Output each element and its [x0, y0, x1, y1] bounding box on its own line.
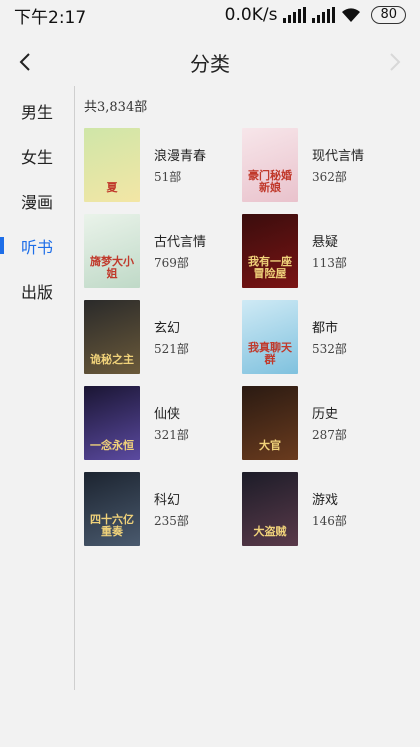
sidebar-item-label: 听书	[20, 237, 53, 257]
book-cover-title: 夏	[106, 181, 118, 194]
category-count: 521部	[154, 342, 189, 356]
chevron-left-icon[interactable]	[14, 50, 38, 74]
category-meta: 游戏 146部	[312, 472, 347, 529]
category-name: 历史	[312, 407, 339, 422]
book-cover[interactable]: 一念永恒	[84, 386, 140, 460]
book-cover-title: 诡秘之主	[90, 353, 134, 366]
page-title: 分类	[190, 51, 230, 76]
book-cover[interactable]: 大盗贼	[242, 472, 298, 546]
book-cover-title: 我真聊天群	[248, 341, 292, 366]
category-item[interactable]: 四十六亿重奏 科幻 235部	[84, 472, 242, 546]
signal-icon-2	[312, 7, 336, 23]
book-cover[interactable]: 四十六亿重奏	[84, 472, 140, 546]
category-meta: 都市 532部	[312, 300, 347, 357]
sidebar-item-2[interactable]: 漫画	[0, 178, 74, 223]
sidebar-divider	[74, 86, 75, 690]
book-cover[interactable]: 豪门秘婚新娘	[242, 128, 298, 202]
sidebar-item-1[interactable]: 女生	[0, 133, 74, 178]
category-item[interactable]: 我有一座冒险屋 悬疑 113部	[242, 214, 400, 288]
category-count: 51部	[154, 170, 182, 184]
category-meta: 玄幻 521部	[154, 300, 189, 357]
sidebar-item-label: 男生	[20, 102, 53, 122]
status-bar: 下午2:17 0.0K/s 80	[0, 0, 420, 30]
category-item[interactable]: 大盗贼 游戏 146部	[242, 472, 400, 546]
book-cover-title: 豪门秘婚新娘	[248, 169, 292, 194]
sidebar-item-label: 出版	[20, 282, 53, 302]
category-count: 321部	[154, 428, 189, 442]
category-grid: 夏 浪漫青春 51部 豪门秘婚新娘 现代言情 362部旖梦大小姐 古代言情 769部 我有一座冒…	[84, 128, 414, 546]
book-cover[interactable]: 我真聊天群	[242, 300, 298, 374]
chevron-right-icon	[390, 53, 401, 71]
category-name: 玄幻	[154, 321, 181, 336]
category-count: 146部	[312, 514, 347, 528]
status-indicators: 0.0K/s 80	[225, 5, 406, 25]
category-count: 532部	[312, 342, 347, 356]
category-item[interactable]: 诡秘之主 玄幻 521部	[84, 300, 242, 374]
category-meta: 科幻 235部	[154, 472, 189, 529]
navigation-header: 分类	[0, 40, 420, 84]
sidebar-item-label: 女生	[20, 147, 53, 167]
category-count: 235部	[154, 514, 189, 528]
category-content: 共3,834部 夏 浪漫青春 51部 豪门秘婚新娘 现代言情 362部旖梦大小姐 古代言情 7…	[84, 96, 414, 546]
category-meta: 现代言情 362部	[312, 128, 364, 185]
category-count: 113部	[312, 256, 347, 270]
category-name: 悬疑	[312, 235, 339, 250]
signal-icon	[283, 7, 307, 23]
sidebar-item-label: 漫画	[20, 192, 53, 212]
category-meta: 浪漫青春 51部	[154, 128, 206, 185]
book-cover[interactable]: 旖梦大小姐	[84, 214, 140, 288]
category-name: 游戏	[312, 493, 339, 508]
category-item[interactable]: 我真聊天群 都市 532部	[242, 300, 400, 374]
sidebar-item-4[interactable]: 出版	[0, 268, 74, 313]
book-cover-title: 大官	[259, 439, 281, 452]
category-name: 现代言情	[312, 149, 365, 164]
category-name: 古代言情	[154, 235, 207, 250]
book-cover[interactable]: 夏	[84, 128, 140, 202]
wifi-icon	[342, 8, 361, 22]
battery-icon: 80	[371, 6, 406, 24]
category-name: 科幻	[154, 493, 181, 508]
category-item[interactable]: 旖梦大小姐 古代言情 769部	[84, 214, 242, 288]
book-cover-title: 旖梦大小姐	[90, 255, 134, 280]
category-meta: 悬疑 113部	[312, 214, 347, 271]
status-time: 下午2:17	[14, 7, 87, 28]
category-item[interactable]: 豪门秘婚新娘 现代言情 362部	[242, 128, 400, 202]
category-item[interactable]: 夏 浪漫青春 51部	[84, 128, 242, 202]
book-cover[interactable]: 我有一座冒险屋	[242, 214, 298, 288]
book-cover[interactable]: 诡秘之主	[84, 300, 140, 374]
book-cover-title: 我有一座冒险屋	[248, 255, 292, 280]
sidebar-item-0[interactable]: 男生	[0, 88, 74, 133]
category-name: 都市	[312, 321, 339, 336]
category-item[interactable]: 大官 历史 287部	[242, 386, 400, 460]
category-meta: 古代言情 769部	[154, 214, 206, 271]
category-item[interactable]: 一念永恒 仙侠 321部	[84, 386, 242, 460]
category-name: 浪漫青春	[154, 149, 207, 164]
category-name: 仙侠	[154, 407, 181, 422]
book-cover[interactable]: 大官	[242, 386, 298, 460]
category-count: 362部	[312, 170, 347, 184]
network-speed: 0.0K/s	[224, 5, 278, 25]
book-cover-title: 四十六亿重奏	[90, 513, 134, 538]
category-sidebar: 男生女生漫画听书出版	[0, 88, 74, 313]
book-cover-title: 一念永恒	[90, 439, 134, 452]
book-cover-title: 大盗贼	[253, 525, 287, 538]
total-count: 共3,834部	[84, 100, 148, 115]
category-meta: 历史 287部	[312, 386, 347, 443]
category-count: 769部	[154, 256, 189, 270]
category-count: 287部	[312, 428, 347, 442]
category-meta: 仙侠 321部	[154, 386, 189, 443]
sidebar-item-3[interactable]: 听书	[0, 223, 74, 268]
